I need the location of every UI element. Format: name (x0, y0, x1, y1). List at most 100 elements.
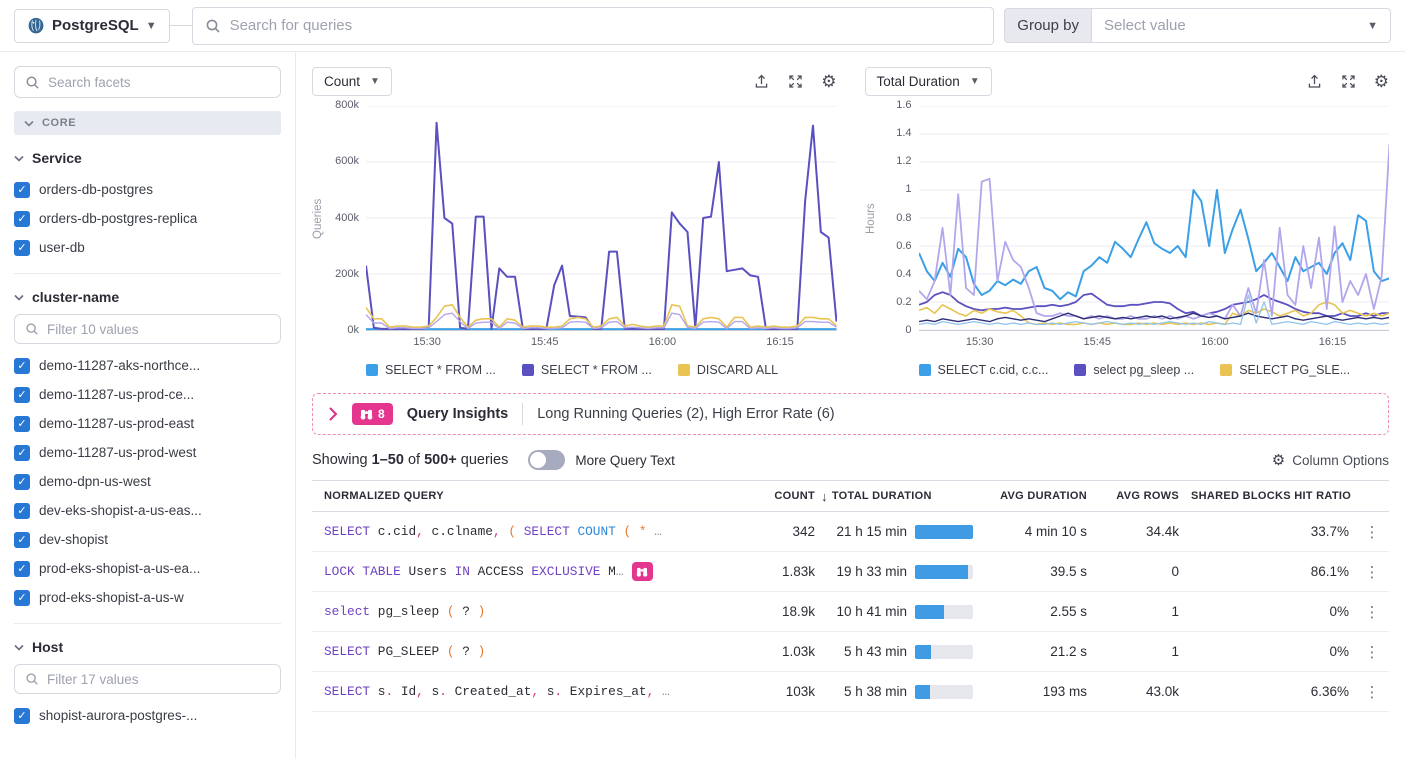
table-row[interactable]: SELECT s. Id, s. Created_at, s. Expires_… (312, 672, 1389, 712)
export-icon[interactable] (753, 73, 770, 90)
table-row[interactable]: LOCK TABLE Users IN ACCESS EXCLUSIVE M… … (312, 552, 1389, 592)
line-chart[interactable]: Queries 0k200k400k600k800k 15:3015:4516:… (312, 106, 837, 353)
facet-checkbox-item[interactable]: ✓ demo-dpn-us-west (14, 467, 281, 496)
checkbox-checked-icon[interactable]: ✓ (14, 474, 30, 490)
facet-group-header[interactable]: Service (14, 150, 281, 166)
facet-search[interactable] (14, 66, 281, 98)
checkbox-checked-icon[interactable]: ✓ (14, 211, 30, 227)
hit-ratio-cell: 86.1% (1185, 564, 1355, 579)
legend-item[interactable]: SELECT PG_SLE... (1220, 363, 1350, 377)
facet-item-label: user-db (39, 240, 85, 255)
x-tick-label: 16:00 (649, 336, 677, 348)
facet-filter[interactable] (14, 314, 281, 344)
column-options-button[interactable]: ⚙ Column Options (1272, 453, 1389, 468)
y-axis-label: Hours (865, 106, 881, 331)
normalized-query-cell[interactable]: SELECT PG_SLEEP ( ? ) (312, 644, 749, 659)
normalized-query-cell[interactable]: select pg_sleep ( ? ) (312, 604, 749, 619)
group-by-select[interactable]: Select value ▼ (1091, 8, 1391, 43)
facet-checkbox-item[interactable]: ✓ prod-eks-shopist-a-us-w (14, 583, 281, 612)
column-header[interactable]: COUNT (749, 490, 821, 502)
count-cell: 1.83k (749, 564, 821, 579)
table-row[interactable]: SELECT c.cid, c.clname, ( SELECT COUNT (… (312, 512, 1389, 552)
checkbox-checked-icon[interactable]: ✓ (14, 182, 30, 198)
connector-line (170, 25, 192, 26)
facet-filter[interactable] (14, 664, 281, 694)
query-insights-banner[interactable]: 8 Query Insights Long Running Queries (2… (312, 393, 1389, 435)
facet-group-header[interactable]: Host (14, 639, 281, 655)
checkbox-checked-icon[interactable]: ✓ (14, 708, 30, 724)
column-header[interactable]: SHARED BLOCKS HIT RATIO (1185, 490, 1355, 502)
column-header[interactable]: AVG DURATION (979, 490, 1093, 502)
facet-checkbox-item[interactable]: ✓ dev-shopist (14, 525, 281, 554)
facet-checkbox-item[interactable]: ✓ orders-db-postgres-replica (14, 204, 281, 233)
facet-checkbox-item[interactable]: ✓ demo-11287-aks-northce... (14, 351, 281, 380)
facet-checkbox-item[interactable]: ✓ dev-eks-shopist-a-us-eas... (14, 496, 281, 525)
table-row[interactable]: SELECT PG_SLEEP ( ? ) 1.03k 5 h 43 min 2… (312, 632, 1389, 672)
avg-duration-cell: 4 min 10 s (979, 524, 1093, 539)
legend-label: SELECT c.cid, c.c... (938, 363, 1049, 377)
checkbox-checked-icon[interactable]: ✓ (14, 387, 30, 403)
row-menu-icon[interactable]: ⋮ (1355, 603, 1389, 621)
x-axis-ticks: 15:3015:4516:0016:15 (919, 331, 1390, 353)
column-header[interactable]: AVG ROWS (1093, 490, 1185, 502)
legend-item[interactable]: SELECT * FROM ... (522, 363, 652, 377)
checkbox-checked-icon[interactable]: ✓ (14, 503, 30, 519)
facet-filter-input[interactable] (47, 322, 270, 337)
facet-checkbox-item[interactable]: ✓ orders-db-postgres (14, 175, 281, 204)
core-section-toggle[interactable]: CORE (14, 111, 281, 135)
checkbox-checked-icon[interactable]: ✓ (14, 416, 30, 432)
chevron-down-icon (14, 294, 24, 301)
avg-rows-cell: 1 (1093, 644, 1185, 659)
facet-checkbox-item[interactable]: ✓ shopist-aurora-postgres-... (14, 701, 281, 730)
facet-checkbox-item[interactable]: ✓ demo-11287-us-prod-west (14, 438, 281, 467)
facet-search-input[interactable] (48, 75, 270, 90)
facet-checkbox-item[interactable]: ✓ user-db (14, 233, 281, 262)
expand-icon[interactable] (1340, 73, 1357, 90)
facet-filter-input[interactable] (47, 672, 270, 687)
x-tick-label: 15:45 (1084, 336, 1112, 348)
line-chart[interactable]: Hours 00.20.40.60.811.21.41.6 15:3015:45… (865, 106, 1390, 353)
gear-icon[interactable]: ⚙ (1374, 73, 1389, 90)
more-query-text-toggle[interactable] (528, 450, 565, 470)
row-menu-icon[interactable]: ⋮ (1355, 683, 1389, 701)
facet-item-label: demo-11287-us-prod-ce... (39, 387, 194, 402)
y-axis-ticks: 0k200k400k600k800k (328, 106, 366, 331)
checkbox-checked-icon[interactable]: ✓ (14, 445, 30, 461)
column-header[interactable]: NORMALIZED QUERY (312, 490, 749, 502)
checkbox-checked-icon[interactable]: ✓ (14, 561, 30, 577)
query-search-input[interactable] (230, 17, 982, 34)
datasource-dropdown[interactable]: PostgreSQL ▼ (14, 9, 170, 43)
x-tick-label: 15:45 (531, 336, 559, 348)
column-header[interactable]: ↓TOTAL DURATION (821, 489, 979, 504)
export-icon[interactable] (1306, 73, 1323, 90)
checkbox-checked-icon[interactable]: ✓ (14, 358, 30, 374)
insight-badge[interactable] (632, 562, 653, 581)
metric-selector[interactable]: Count ▼ (312, 67, 392, 96)
legend-label: SELECT PG_SLE... (1239, 363, 1350, 377)
chevron-right-icon[interactable] (329, 407, 338, 421)
expand-icon[interactable] (787, 73, 804, 90)
normalized-query-cell[interactable]: LOCK TABLE Users IN ACCESS EXCLUSIVE M… (312, 562, 749, 581)
x-tick-label: 15:30 (413, 336, 441, 348)
row-menu-icon[interactable]: ⋮ (1355, 563, 1389, 581)
table-row[interactable]: select pg_sleep ( ? ) 18.9k 10 h 41 min … (312, 592, 1389, 632)
normalized-query-cell[interactable]: SELECT c.cid, c.clname, ( SELECT COUNT (… (312, 524, 749, 539)
total-duration-cell: 5 h 43 min (821, 644, 979, 659)
gear-icon[interactable]: ⚙ (821, 73, 836, 90)
metric-selector[interactable]: Total Duration ▼ (865, 67, 992, 96)
query-search[interactable] (192, 7, 995, 45)
facet-checkbox-item[interactable]: ✓ demo-11287-us-prod-ce... (14, 380, 281, 409)
legend-item[interactable]: DISCARD ALL (678, 363, 778, 377)
checkbox-checked-icon[interactable]: ✓ (14, 590, 30, 606)
facet-group-header[interactable]: cluster-name (14, 289, 281, 305)
checkbox-checked-icon[interactable]: ✓ (14, 240, 30, 256)
legend-item[interactable]: select pg_sleep ... (1074, 363, 1194, 377)
row-menu-icon[interactable]: ⋮ (1355, 643, 1389, 661)
facet-checkbox-item[interactable]: ✓ demo-11287-us-prod-east (14, 409, 281, 438)
facet-checkbox-item[interactable]: ✓ prod-eks-shopist-a-us-ea... (14, 554, 281, 583)
row-menu-icon[interactable]: ⋮ (1355, 523, 1389, 541)
legend-item[interactable]: SELECT c.cid, c.c... (919, 363, 1049, 377)
normalized-query-cell[interactable]: SELECT s. Id, s. Created_at, s. Expires_… (312, 684, 749, 699)
checkbox-checked-icon[interactable]: ✓ (14, 532, 30, 548)
legend-item[interactable]: SELECT * FROM ... (366, 363, 496, 377)
